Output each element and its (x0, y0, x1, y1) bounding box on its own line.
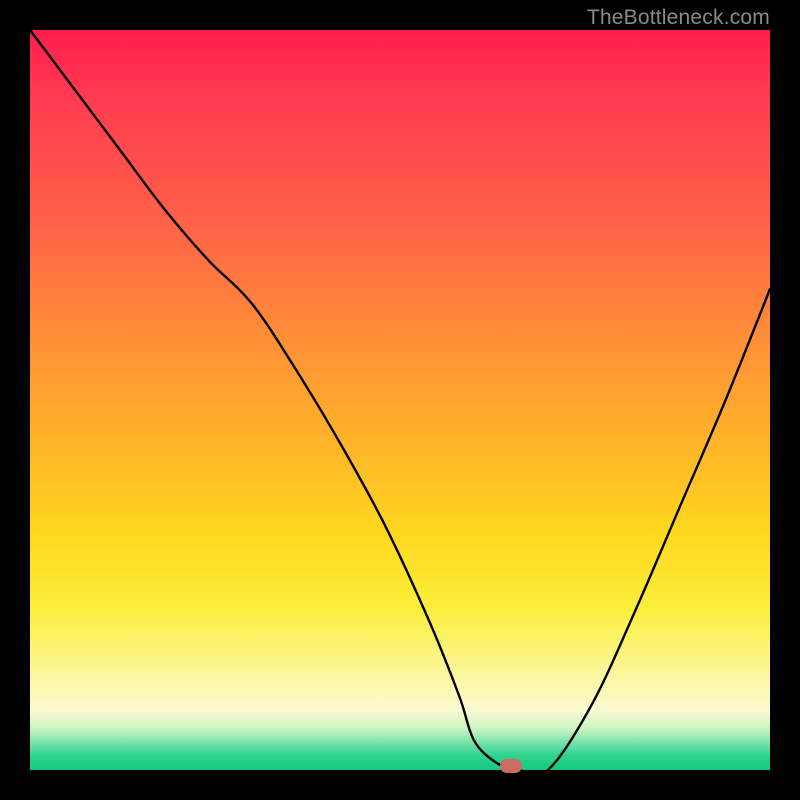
bottleneck-curve (30, 30, 770, 770)
chart-stage: TheBottleneck.com (0, 0, 800, 800)
optimum-marker (500, 759, 522, 773)
watermark-text: TheBottleneck.com (587, 6, 770, 30)
plot-area (30, 30, 770, 770)
